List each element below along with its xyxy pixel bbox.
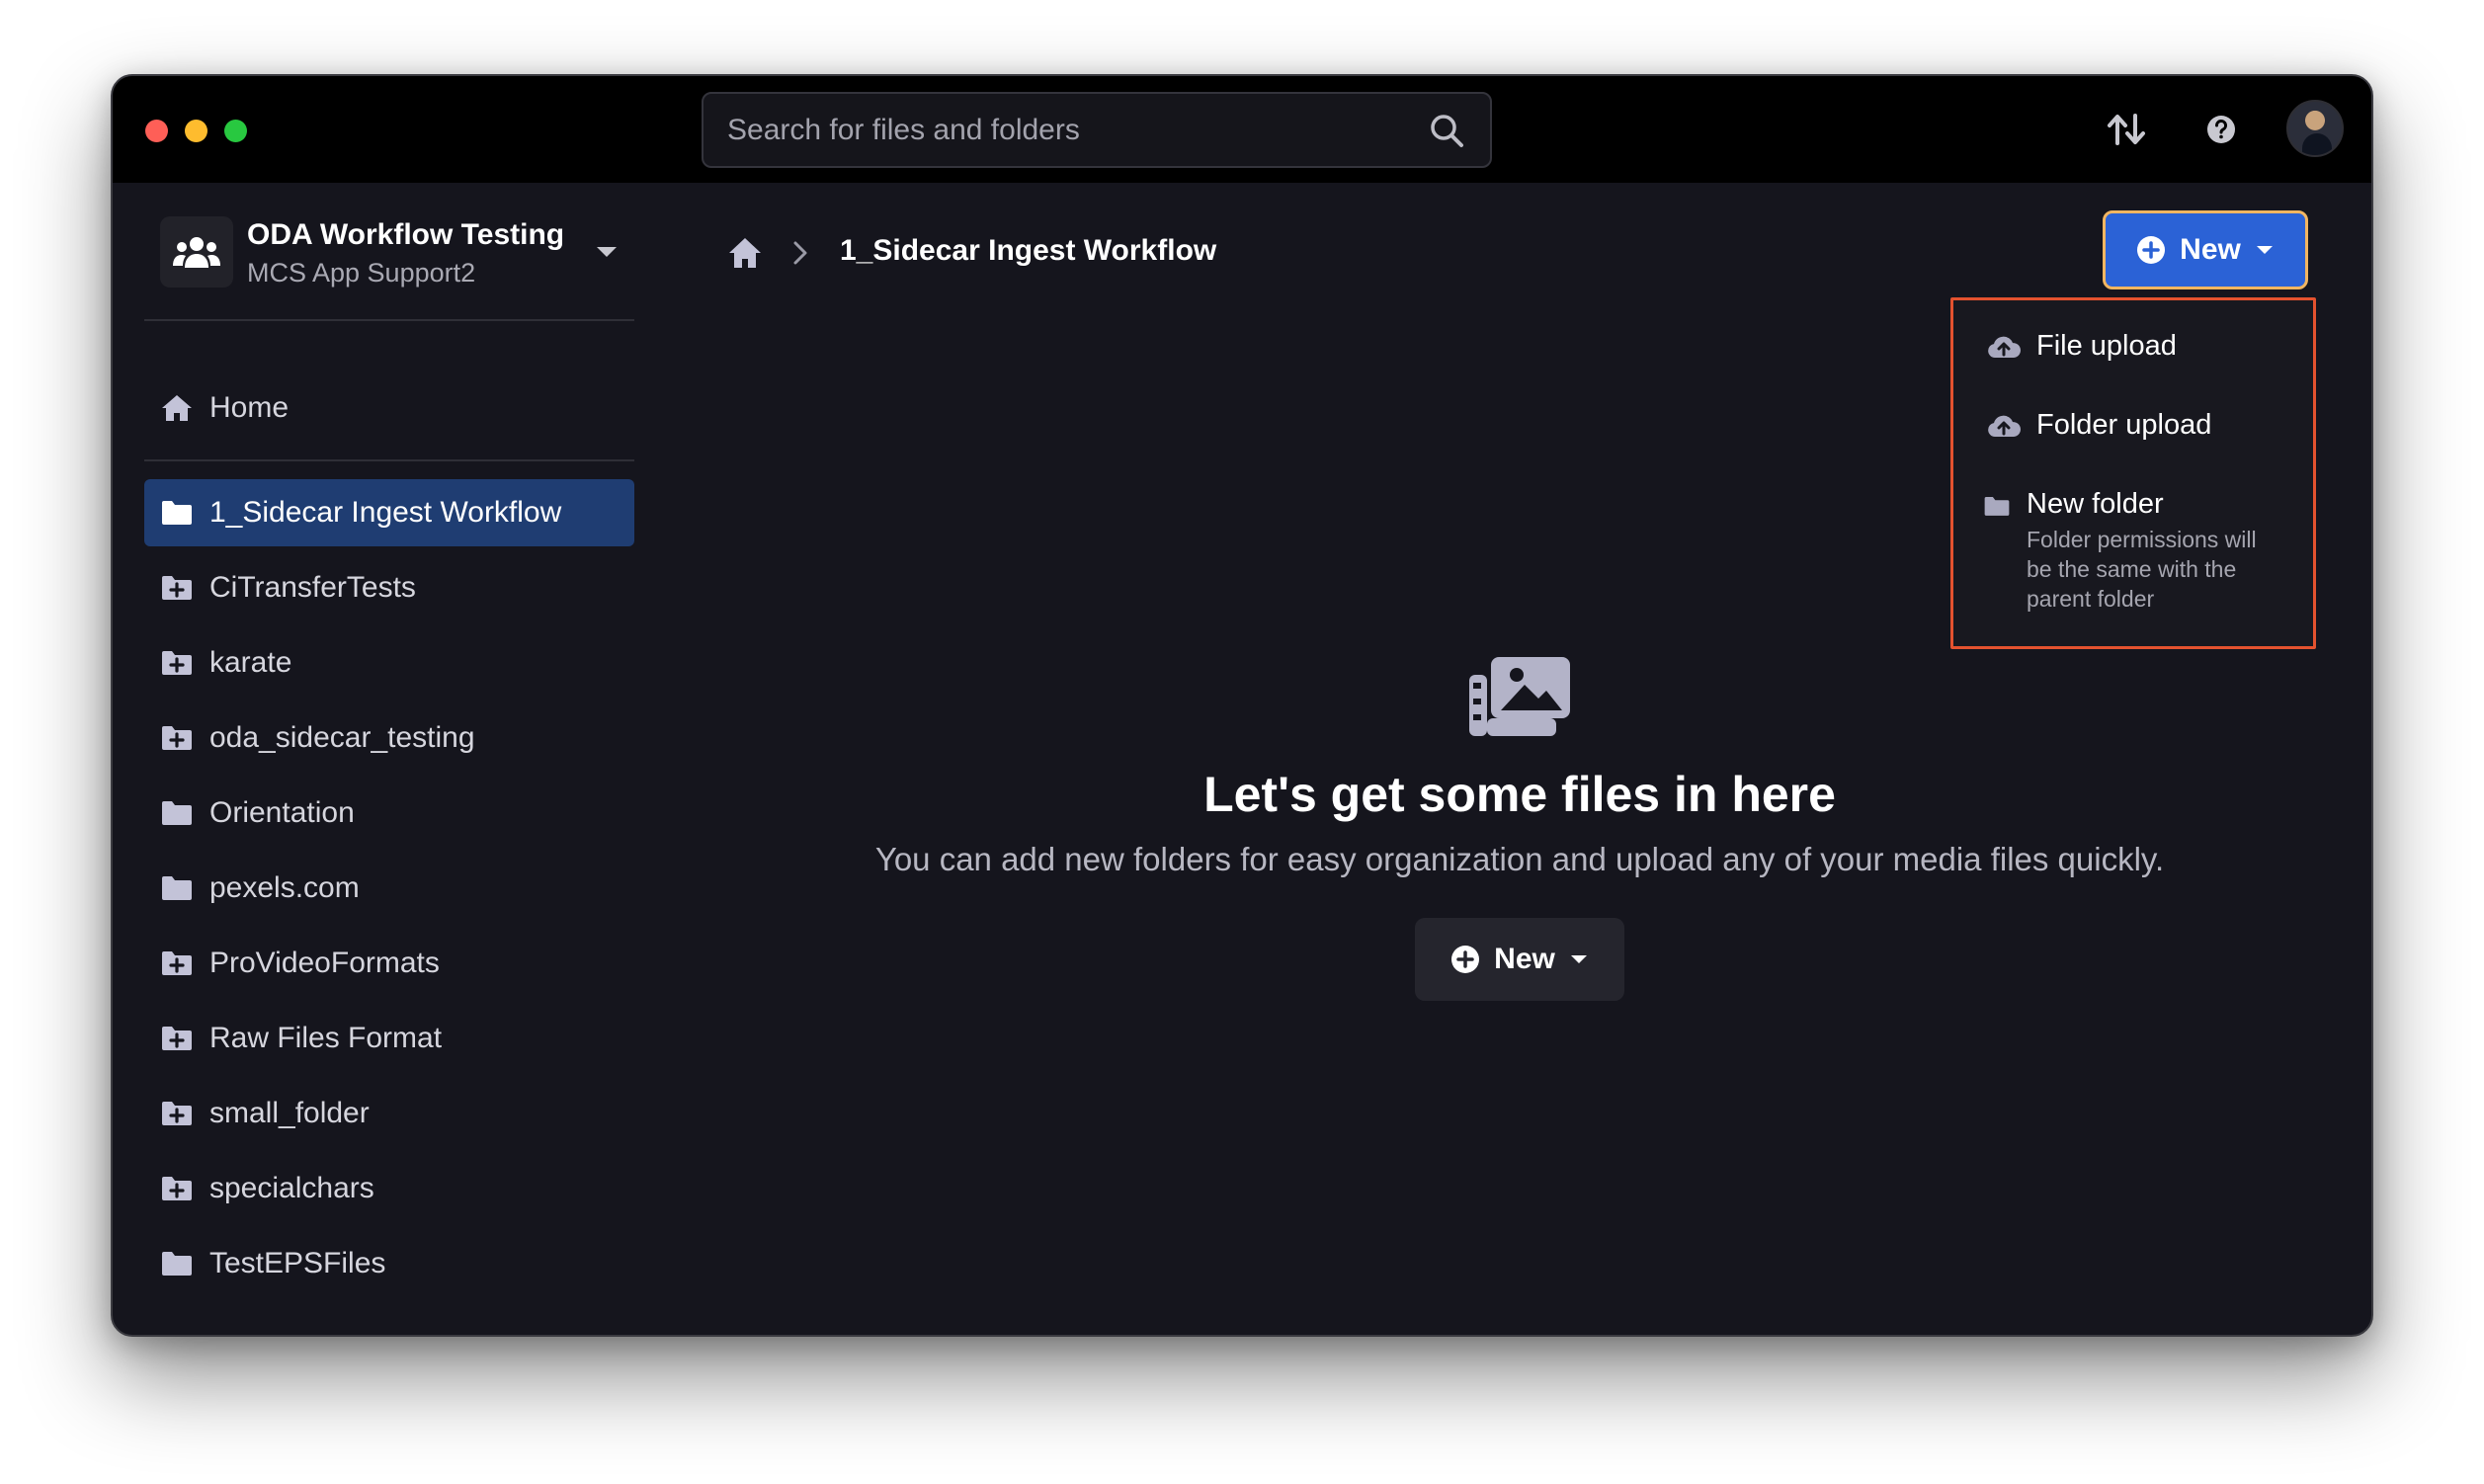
new-button-label: New bbox=[2180, 233, 2241, 266]
caret-down-icon bbox=[1570, 955, 1587, 963]
chevron-down-icon[interactable] bbox=[595, 244, 619, 260]
user-avatar[interactable] bbox=[2286, 100, 2344, 157]
workspace-group-icon bbox=[160, 216, 233, 288]
menu-item-folder-upload[interactable]: Folder upload bbox=[1987, 409, 2211, 442]
sidebar-item-label: TestEPSFiles bbox=[209, 1247, 386, 1279]
sidebar-folder-item[interactable]: karate bbox=[144, 629, 634, 697]
media-gallery-icon bbox=[1469, 657, 1570, 736]
new-button-label: New bbox=[1494, 943, 1555, 975]
sidebar-folder-item[interactable]: Raw Files Format bbox=[144, 1005, 634, 1072]
minimize-window-button[interactable] bbox=[185, 120, 207, 142]
folder-plus-icon bbox=[162, 1177, 192, 1200]
search-icon[interactable] bbox=[1427, 111, 1466, 150]
empty-state-subtitle: You can add new folders for easy organiz… bbox=[874, 841, 2165, 877]
folder-icon bbox=[1984, 496, 2010, 516]
sidebar-folder-item[interactable]: specialchars bbox=[144, 1155, 634, 1222]
sidebar-folder-item[interactable]: oda_sidecar_testing bbox=[144, 704, 634, 772]
menu-item-label: File upload bbox=[2036, 330, 2177, 362]
folder-icon bbox=[162, 501, 192, 525]
workspace-subtitle: MCS App Support2 bbox=[247, 258, 476, 288]
sidebar-folder-item[interactable]: 1_Sidecar Ingest Workflow bbox=[144, 479, 634, 546]
sidebar-item-label: Orientation bbox=[209, 796, 355, 829]
maximize-window-button[interactable] bbox=[224, 120, 247, 142]
chevron-right-icon bbox=[793, 241, 807, 265]
new-button[interactable]: New bbox=[2103, 210, 2308, 289]
sidebar-item-label: specialchars bbox=[209, 1172, 374, 1204]
menu-item-label: Folder upload bbox=[2036, 409, 2212, 441]
sidebar-divider bbox=[144, 459, 634, 461]
folder-plus-icon bbox=[162, 951, 192, 975]
folder-icon bbox=[162, 801, 192, 825]
sidebar-folder-item[interactable]: ProVideoFormats bbox=[144, 930, 634, 997]
help-icon[interactable] bbox=[2197, 106, 2245, 153]
sidebar-folder-item[interactable]: Orientation bbox=[144, 780, 634, 847]
folder-icon bbox=[162, 1252, 192, 1276]
sidebar-folder-item[interactable]: CiTransferTests bbox=[144, 554, 634, 621]
sidebar-folder-item[interactable]: TestEPSFiles bbox=[144, 1230, 634, 1297]
breadcrumb-home-icon[interactable] bbox=[727, 236, 763, 270]
menu-item-file-upload[interactable]: File upload bbox=[1987, 330, 2177, 363]
folder-icon bbox=[162, 876, 192, 900]
sidebar-item-label: karate bbox=[209, 646, 292, 679]
cloud-upload-icon bbox=[1988, 336, 2021, 358]
folder-plus-icon bbox=[162, 1027, 192, 1050]
folder-plus-icon bbox=[162, 651, 192, 675]
workspace-name[interactable]: ODA Workflow Testing bbox=[247, 218, 564, 252]
menu-item-description: Folder permissions will be the same with… bbox=[2027, 527, 2257, 612]
sidebar-folder-item[interactable]: small_folder bbox=[144, 1080, 634, 1147]
close-window-button[interactable] bbox=[145, 120, 168, 142]
cloud-upload-icon bbox=[1988, 415, 2021, 437]
home-icon bbox=[162, 395, 192, 421]
menu-item-label: New folder bbox=[2027, 488, 2164, 520]
plus-circle-icon bbox=[2137, 236, 2166, 264]
sidebar-item-label: oda_sidecar_testing bbox=[209, 721, 475, 754]
search-placeholder: Search for files and folders bbox=[727, 113, 1080, 146]
search-input[interactable]: Search for files and folders bbox=[702, 92, 1492, 168]
empty-state-title: Let's get some files in here bbox=[1203, 767, 1836, 822]
sidebar-item-label: 1_Sidecar Ingest Workflow bbox=[209, 496, 562, 529]
plus-circle-icon bbox=[1451, 946, 1480, 973]
menu-item-new-folder[interactable]: New folder Folder permissions will be th… bbox=[1983, 488, 2283, 614]
sidebar-item-label: small_folder bbox=[209, 1097, 370, 1129]
sidebar-item-label: Raw Files Format bbox=[209, 1022, 443, 1054]
sidebar-item-label: Home bbox=[209, 391, 290, 424]
sort-arrows-icon[interactable] bbox=[2103, 106, 2150, 153]
sidebar-item-home[interactable]: Home bbox=[144, 374, 634, 442]
new-dropdown-menu: File upload Folder upload New folder Fol… bbox=[1950, 297, 2316, 649]
folder-plus-icon bbox=[162, 1102, 192, 1125]
sidebar-item-label: CiTransferTests bbox=[209, 571, 416, 604]
sidebar-folder-item[interactable]: pexels.com bbox=[144, 855, 634, 922]
empty-state-new-button[interactable]: New bbox=[1415, 918, 1624, 1001]
folder-plus-icon bbox=[162, 576, 192, 600]
breadcrumb-current: 1_Sidecar Ingest Workflow bbox=[840, 234, 1217, 267]
sidebar-item-label: ProVideoFormats bbox=[209, 947, 440, 979]
caret-down-icon bbox=[2256, 246, 2273, 254]
folder-plus-icon bbox=[162, 726, 192, 750]
app-window: Search for files and folders ODA Workflo… bbox=[111, 74, 2373, 1337]
sidebar-divider bbox=[144, 319, 634, 321]
sidebar-item-label: pexels.com bbox=[209, 871, 360, 904]
title-bar: Search for files and folders bbox=[113, 76, 2371, 183]
